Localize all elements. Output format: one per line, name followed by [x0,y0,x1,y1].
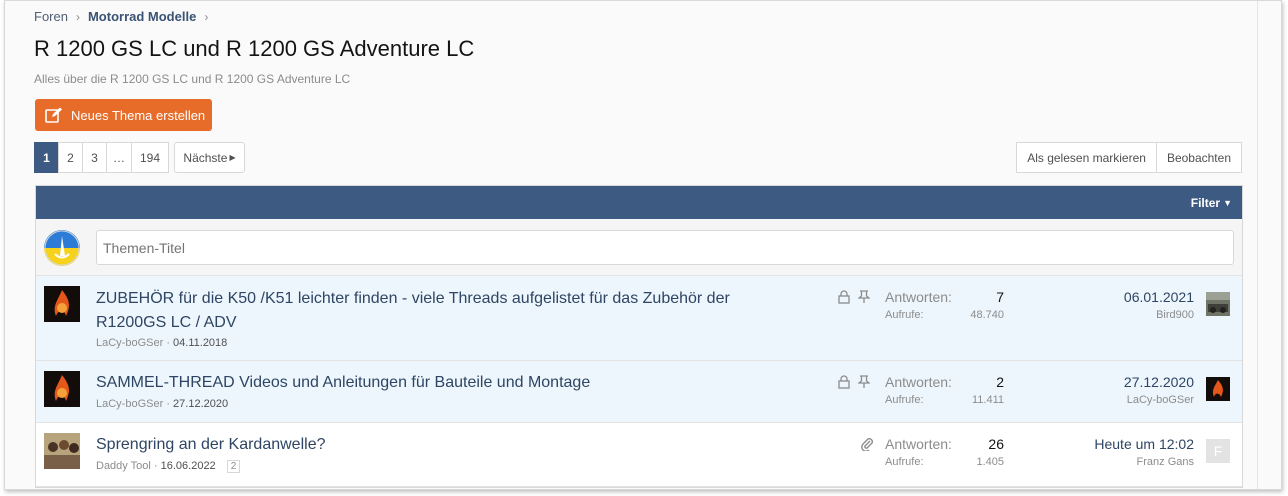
filter-button[interactable]: Filter [1191,196,1220,210]
thread-title-link[interactable]: SAMMEL-THREAD Videos und Anleitungen für… [96,371,786,395]
user-avatar[interactable] [44,230,80,266]
last-post-date[interactable]: 27.12.2020 [1124,374,1194,390]
author-avatar[interactable] [44,371,80,407]
replies-count: 26 [988,436,1004,452]
breadcrumb-foren[interactable]: Foren [34,9,68,24]
author-avatar[interactable] [44,286,80,322]
chevron-right-icon: › [75,9,80,24]
page-1[interactable]: 1 [34,142,59,173]
caret-right-icon: ▶ [229,153,236,162]
thread-list: Filter ▼ ZUBEHÖR für die K50 /K51 leicht… [35,185,1243,488]
pin-icon [858,290,870,303]
views-count: 48.740 [970,309,1004,321]
last-post-date[interactable]: 06.01.2021 [1124,289,1194,305]
thread-author[interactable]: Daddy Tool [96,460,151,472]
thread-row: SAMMEL-THREAD Videos und Anleitungen für… [36,361,1242,423]
views-count: 11.411 [971,394,1004,406]
thread-row: ZUBEHÖR für die K50 /K51 leichter finden… [36,276,1242,361]
views-label: Aufrufe: [885,456,924,468]
breadcrumb: Foren › Motorrad Modelle › [34,9,208,24]
browser-frame: Foren › Motorrad Modelle › R 1200 GS LC … [4,0,1282,490]
last-post-user[interactable]: Franz Gans [1137,456,1194,468]
thread-page-link[interactable]: 2 [226,460,241,473]
views-label: Aufrufe: [885,309,924,321]
chevron-right-icon: › [204,9,209,24]
page-title: R 1200 GS LC und R 1200 GS Adventure LC [34,36,475,61]
new-thread-button[interactable]: Neues Thema erstellen [35,99,212,131]
views-count: 1.405 [976,456,1004,468]
page-ellipsis[interactable]: … [106,142,132,173]
watch-button[interactable]: Beobachten [1155,142,1242,173]
thread-list-header: Filter ▼ [36,186,1242,219]
paperclip-icon [861,438,873,451]
thread-title-input[interactable] [96,230,1234,265]
last-poster-avatar[interactable] [1206,292,1230,316]
quick-thread-row [36,219,1242,276]
author-avatar[interactable] [44,433,80,469]
last-post-user[interactable]: Bird900 [1156,309,1194,321]
lock-icon [838,290,850,304]
thread-start-date[interactable]: 04.11.2018 [173,337,227,349]
thread-title-link[interactable]: ZUBEHÖR für die K50 /K51 leichter finden… [96,287,786,335]
pagination: 1 2 3 … 194 Nächste ▶ [34,142,245,173]
forum-actions: Als gelesen markieren Beobachten [1016,142,1242,173]
mark-read-button[interactable]: Als gelesen markieren [1016,142,1157,173]
thread-author[interactable]: LaCy-boGSer [96,337,163,349]
replies-count: 2 [996,374,1004,390]
page-3[interactable]: 3 [82,142,107,173]
last-poster-avatar[interactable] [1206,377,1230,401]
page-194[interactable]: 194 [131,142,169,173]
thread-start-date[interactable]: 16.06.2022 [161,460,216,472]
pin-icon [858,375,870,388]
last-post-date[interactable]: Heute um 12:02 [1094,436,1194,452]
new-thread-label: Neues Thema erstellen [71,107,206,123]
edit-icon [45,107,62,123]
views-label: Aufrufe: [885,394,924,406]
thread-row: Sprengring an der Kardanwelle? Daddy Too… [36,423,1242,487]
lock-icon [838,375,850,389]
thread-author[interactable]: LaCy-boGSer [96,398,163,410]
last-post-user[interactable]: LaCy-boGSer [1127,394,1194,406]
last-poster-avatar[interactable]: F [1206,439,1230,463]
replies-count: 7 [996,289,1004,305]
page-2[interactable]: 2 [58,142,83,173]
next-page-button[interactable]: Nächste ▶ [174,142,245,173]
thread-start-date[interactable]: 27.12.2020 [173,398,228,410]
breadcrumb-motorrad-modelle[interactable]: Motorrad Modelle [88,9,196,24]
caret-down-icon[interactable]: ▼ [1223,198,1232,208]
next-page-label: Nächste [183,150,228,165]
forum-description: Alles über die R 1200 GS LC und R 1200 G… [34,72,351,86]
thread-title-link[interactable]: Sprengring an der Kardanwelle? [96,433,786,457]
scrollbar[interactable] [1257,1,1281,489]
